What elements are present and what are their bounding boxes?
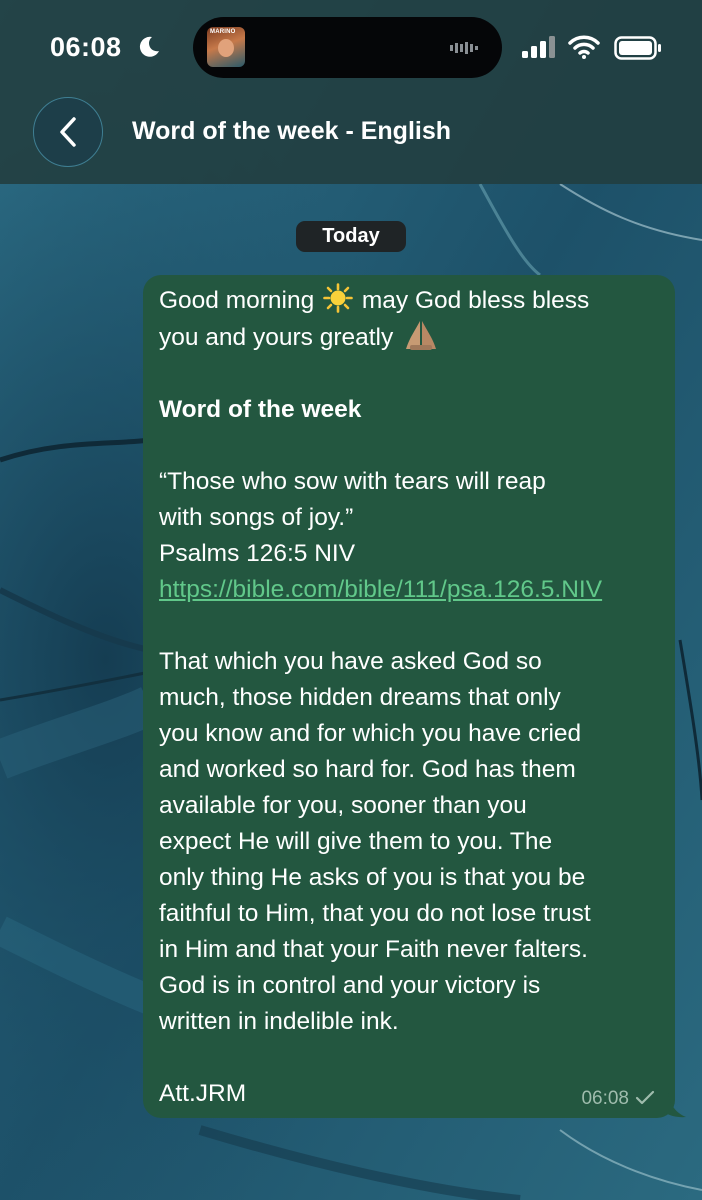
verse-reference: Psalms 126:5 NIV (159, 540, 356, 567)
greeting-text-b: may God bless bless (361, 287, 590, 314)
status-time: 06:08 (50, 32, 122, 62)
moon-icon (139, 36, 159, 57)
message-timestamp: 06:08 (581, 1088, 629, 1109)
battery-icon (614, 36, 661, 60)
message-bubble[interactable]: Good morning may God bless bless you and… (143, 275, 675, 1118)
chat-header: 06:08 MARINO Word of the week - English (0, 0, 702, 184)
praying-hands-emoji (406, 321, 437, 350)
album-art: MARINO (207, 27, 245, 67)
audio-waveform-icon (450, 42, 478, 54)
body-line: available for you, sooner than you (159, 792, 527, 819)
body-line: God is in control and your victory is (159, 972, 541, 999)
status-bar: 06:08 MARINO (0, 0, 702, 90)
body-line: much, those hidden dreams that only (159, 684, 561, 711)
body-line: That which you have asked God so (159, 648, 542, 675)
sun-emoji (323, 283, 353, 313)
dynamic-island[interactable]: MARINO (193, 17, 502, 78)
quote-line: “Those who sow with tears will reap (159, 468, 546, 495)
body-line: only thing He asks of you is that you be (159, 864, 586, 891)
nav-bar: Word of the week - English (0, 90, 702, 184)
body-line: faithful to Him, that you do not lose tr… (159, 900, 591, 927)
chevron-left-icon (60, 117, 76, 147)
wifi-icon (568, 35, 600, 59)
signal-icon (522, 36, 555, 58)
body-line: in Him and that your Faith never falters… (159, 936, 588, 963)
bubble-tail (660, 1093, 686, 1118)
body-line: you know and for which you have cried (159, 720, 582, 747)
greeting-text-a: Good morning (159, 287, 315, 314)
body-line: and worked so hard for. God has them (159, 756, 576, 783)
back-button[interactable] (33, 97, 103, 167)
greeting-line-2: you and yours greatly (159, 324, 394, 351)
check-icon (635, 1090, 655, 1105)
verse-link[interactable]: https://bible.com/bible/111/psa.126.5.NI… (159, 572, 659, 608)
quote-line: with songs of joy.” (159, 504, 354, 531)
chat-title[interactable]: Word of the week - English (132, 117, 451, 146)
message-heading: Word of the week (159, 396, 362, 423)
date-separator: Today (296, 221, 406, 252)
body-line: written in indelible ink. (159, 1008, 399, 1035)
album-art-label: MARINO (210, 29, 236, 35)
body-line: expect He will give them to you. The (159, 828, 553, 855)
